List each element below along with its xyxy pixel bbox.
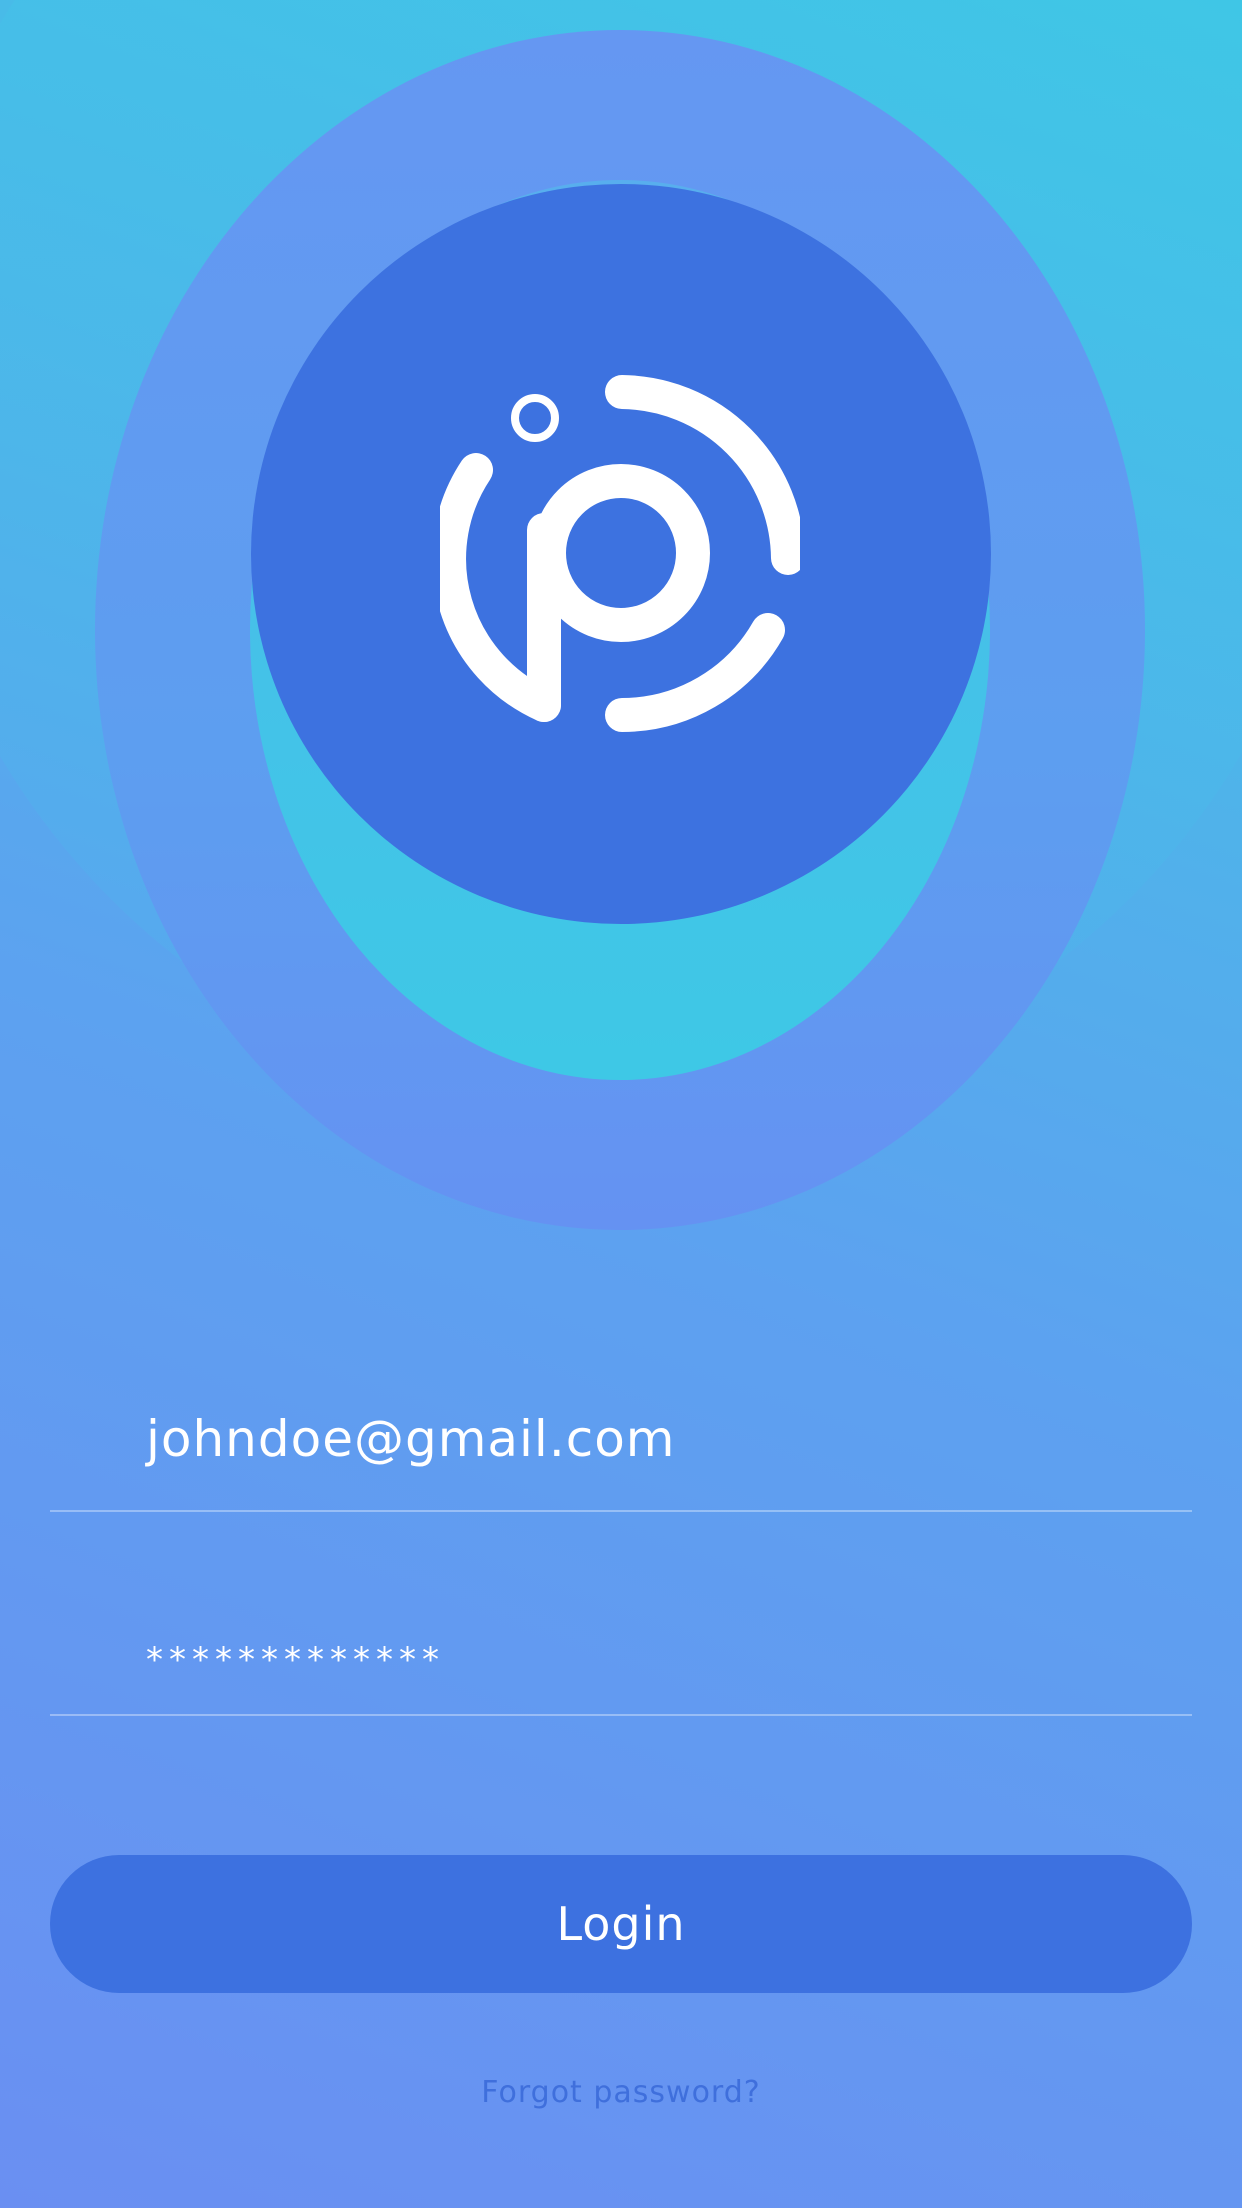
- password-value[interactable]: *************: [146, 1640, 445, 1680]
- email-value[interactable]: johndoe@gmail.com: [146, 1410, 676, 1468]
- login-button[interactable]: Login: [50, 1855, 1192, 1993]
- ip-logo-icon: [440, 375, 800, 732]
- login-button-label: Login: [556, 1897, 686, 1951]
- email-field[interactable]: johndoe@gmail.com: [50, 1390, 1192, 1512]
- hero-rings: [0, 0, 1242, 1240]
- forgot-password-link[interactable]: Forgot password?: [0, 2075, 1242, 2110]
- password-field[interactable]: *************: [50, 1600, 1192, 1716]
